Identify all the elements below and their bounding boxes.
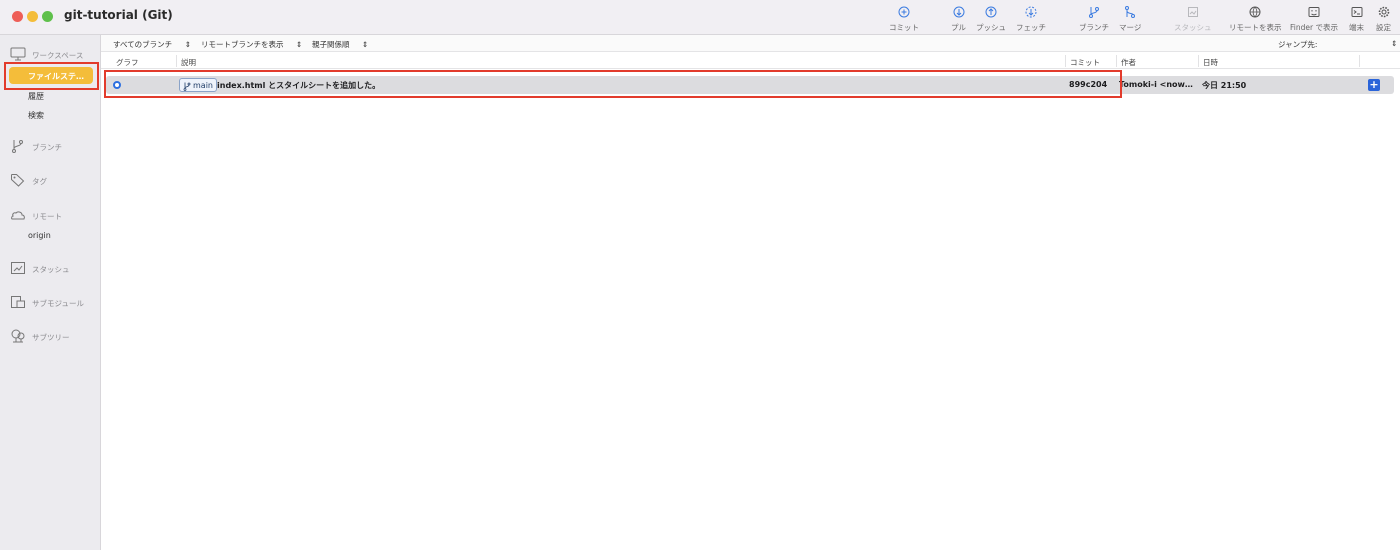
show-remote-button[interactable]: リモートを表示 xyxy=(1229,5,1282,33)
show-remote-label: リモートを表示 xyxy=(1229,23,1282,32)
sidebar-section-label: サブツリー xyxy=(32,333,70,342)
globe-icon xyxy=(1249,5,1261,19)
show-in-finder-label: Finder で表示 xyxy=(1290,23,1338,32)
branch-filter-label: すべてのブランチ xyxy=(113,40,173,49)
title-bar: git-tutorial (Git) コミット プル プッシュ フェッチ ブラン… xyxy=(0,0,1400,35)
column-divider[interactable] xyxy=(1065,55,1066,67)
stash-label: スタッシュ xyxy=(1174,23,1212,32)
remote-branches-select[interactable]: リモートブランチを表示 ⇕ xyxy=(201,39,302,50)
commit-button[interactable]: コミット xyxy=(889,5,919,33)
plus-circle-icon xyxy=(898,5,910,19)
sidebar-item-history[interactable]: 履歴 xyxy=(28,91,44,102)
sidebar-section-subtrees[interactable]: サブツリー xyxy=(10,328,70,347)
arrow-down-dashed-circle-icon xyxy=(1025,5,1037,19)
terminal-icon xyxy=(1351,5,1363,19)
submodule-icon xyxy=(10,294,26,313)
stash-button[interactable]: スタッシュ xyxy=(1174,5,1212,33)
terminal-label: 端末 xyxy=(1349,23,1364,32)
add-button[interactable]: + xyxy=(1368,79,1380,91)
app-window: git-tutorial (Git) コミット プル プッシュ フェッチ ブラン… xyxy=(0,0,1400,550)
column-header-date[interactable]: 日時 xyxy=(1203,57,1218,68)
jump-to-select[interactable]: ⇕ xyxy=(1391,39,1397,48)
minimize-window-button[interactable] xyxy=(27,11,38,22)
branch-icon xyxy=(10,138,26,157)
jump-to-label: ジャンプ先: xyxy=(1278,40,1318,49)
cloud-icon xyxy=(10,207,26,226)
highlight-box-sidebar xyxy=(4,62,99,90)
push-button[interactable]: プッシュ xyxy=(976,5,1006,33)
show-in-finder-button[interactable]: Finder で表示 xyxy=(1290,5,1338,33)
finder-icon xyxy=(1308,5,1320,19)
fetch-label: フェッチ xyxy=(1016,23,1046,32)
merge-label: マージ xyxy=(1119,23,1142,32)
column-divider[interactable] xyxy=(176,55,177,67)
sidebar-item-origin[interactable]: origin xyxy=(28,231,51,240)
sidebar-section-branches[interactable]: ブランチ xyxy=(10,138,62,157)
zoom-window-button[interactable] xyxy=(42,11,53,22)
column-divider[interactable] xyxy=(1198,55,1199,67)
updown-chevron-icon: ⇕ xyxy=(361,40,369,49)
column-divider[interactable] xyxy=(1359,55,1360,67)
stash-icon xyxy=(1187,5,1199,19)
arrow-down-circle-icon xyxy=(953,5,965,19)
window-title: git-tutorial (Git) xyxy=(64,8,173,22)
sidebar-section-tags[interactable]: タグ xyxy=(10,172,47,191)
commit-author: Tomoki-i <now… xyxy=(1119,80,1193,89)
sidebar-section-label: タグ xyxy=(32,177,47,186)
commit-date: 今日 21:50 xyxy=(1202,81,1247,90)
column-header-author[interactable]: 作者 xyxy=(1121,57,1136,68)
column-header-description[interactable]: 説明 xyxy=(181,57,196,68)
updown-chevron-icon: ⇕ xyxy=(1391,39,1398,48)
pull-button[interactable]: プル xyxy=(951,5,966,33)
push-label: プッシュ xyxy=(976,23,1006,32)
branch-button[interactable]: ブランチ xyxy=(1079,5,1109,33)
column-divider[interactable] xyxy=(1116,55,1117,67)
sidebar-section-submodules[interactable]: サブモジュール xyxy=(10,294,84,313)
fetch-button[interactable]: フェッチ xyxy=(1016,5,1046,33)
stash-icon xyxy=(10,260,26,279)
sidebar-section-label: スタッシュ xyxy=(32,265,70,274)
order-select[interactable]: 親子関係順 ⇕ xyxy=(312,39,368,50)
commit-label: コミット xyxy=(889,23,919,32)
sidebar-section-stashes[interactable]: スタッシュ xyxy=(10,260,70,279)
column-header-commit[interactable]: コミット xyxy=(1070,57,1100,68)
terminal-button[interactable]: 端末 xyxy=(1349,5,1364,33)
column-header-row: グラフ 説明 コミット 作者 日時 xyxy=(101,53,1400,69)
branch-icon xyxy=(1088,5,1100,19)
remote-branches-label: リモートブランチを表示 xyxy=(201,40,284,49)
sidebar-item-search[interactable]: 検索 xyxy=(28,110,44,121)
highlight-box-commit-row xyxy=(104,70,1122,98)
close-window-button[interactable] xyxy=(12,11,23,22)
sidebar xyxy=(0,35,101,550)
branch-filter-select[interactable]: すべてのブランチ ⇕ xyxy=(113,39,191,50)
sidebar-section-label: ワークスペース xyxy=(32,51,84,60)
sidebar-section-remotes[interactable]: リモート xyxy=(10,207,62,226)
settings-label: 設定 xyxy=(1376,23,1391,32)
sidebar-section-label: ブランチ xyxy=(32,143,62,152)
sidebar-section-label: サブモジュール xyxy=(32,299,84,308)
branch-label: ブランチ xyxy=(1079,23,1109,32)
pull-label: プル xyxy=(951,23,966,32)
sidebar-section-label: リモート xyxy=(32,212,62,221)
tag-icon xyxy=(10,172,26,191)
order-label: 親子関係順 xyxy=(312,40,350,49)
merge-icon xyxy=(1124,5,1136,19)
updown-chevron-icon: ⇕ xyxy=(184,40,191,49)
gear-icon xyxy=(1378,5,1390,19)
merge-button[interactable]: マージ xyxy=(1119,5,1141,33)
tree-icon xyxy=(10,328,26,347)
updown-chevron-icon: ⇕ xyxy=(295,40,303,49)
column-header-graph[interactable]: グラフ xyxy=(116,57,139,68)
settings-button[interactable]: 設定 xyxy=(1376,5,1391,33)
arrow-up-circle-icon xyxy=(985,5,997,19)
filter-bar: すべてのブランチ ⇕ リモートブランチを表示 ⇕ 親子関係順 ⇕ ジャンプ先: … xyxy=(101,35,1400,52)
